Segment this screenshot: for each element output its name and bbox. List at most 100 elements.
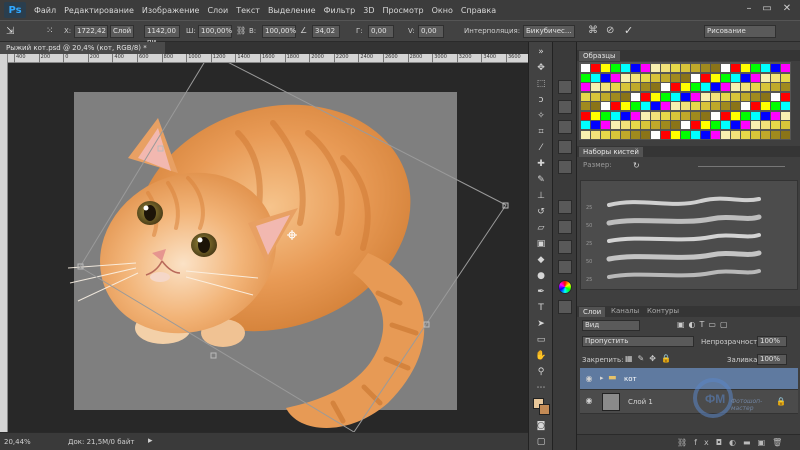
color-swatch[interactable] [641,83,650,91]
color-swatch[interactable] [691,83,700,91]
color-swatch[interactable] [641,92,650,101]
color-swatch[interactable] [631,111,640,120]
color-swatch[interactable] [761,102,770,110]
commit-icon[interactable]: ✓ [624,24,633,37]
color-swatch[interactable] [671,73,680,82]
color-swatch[interactable] [781,64,790,72]
color-swatch[interactable] [631,130,640,139]
color-swatch[interactable] [761,111,770,120]
menu-window[interactable]: Окно [432,6,453,15]
color-swatch[interactable] [751,102,760,110]
menu-help[interactable]: Справка [461,6,496,15]
color-swatch[interactable] [581,83,590,91]
color-swatch[interactable] [721,73,730,82]
color-swatch[interactable] [781,83,790,91]
magic-wand-icon[interactable]: ✧ [534,110,548,122]
link-icon[interactable]: ⛓ [236,26,246,35]
color-swatch[interactable] [601,83,610,91]
color-swatch[interactable] [591,121,600,129]
stamp-tool-icon[interactable]: ⊥ [534,190,548,202]
lock-icons[interactable]: ▦✎✥🔒 [625,354,676,363]
tab-channels[interactable]: Каналы [611,307,639,315]
color-swatch[interactable] [651,73,660,82]
color-swatch[interactable] [681,121,690,129]
color-swatch[interactable] [671,92,680,101]
color-swatch[interactable] [731,102,740,110]
color-swatch[interactable] [611,73,620,82]
color-swatch[interactable] [711,111,720,120]
color-swatch[interactable] [781,102,790,110]
color-swatch[interactable] [661,73,670,82]
color-swatch[interactable] [721,130,730,139]
color-swatch[interactable] [591,102,600,110]
color-swatch[interactable] [591,73,600,82]
color-swatch[interactable] [601,130,610,139]
color-swatch[interactable] [771,111,780,120]
color-swatch[interactable] [781,111,790,120]
healing-brush-icon[interactable]: ✚ [534,158,548,170]
color-swatch[interactable] [611,121,620,129]
color-swatch[interactable] [601,73,610,82]
color-swatch[interactable] [681,102,690,110]
menu-edit[interactable]: Редактирование [64,6,134,15]
color-swatch[interactable] [621,111,630,120]
layer-action-icons[interactable]: ⛓fx◘◐▬▣🗑 [677,438,789,447]
color-swatch[interactable] [671,102,680,110]
zoom-tool-icon[interactable]: ⚲ [534,366,548,378]
hskew-field[interactable]: 0,00 [368,25,394,38]
doc-info[interactable]: Док: 21,5M/0 байт [68,438,134,446]
eraser-icon[interactable]: ▱ [534,222,548,234]
color-swatch[interactable] [721,64,730,72]
x-field[interactable]: 1722,42 [74,25,108,38]
tab-brush-presets[interactable]: Наборы кистей [579,147,643,157]
status-arrow-icon[interactable]: ▸ [148,436,153,446]
color-swatch[interactable] [701,111,710,120]
layer-name[interactable]: Слой 1 [628,398,653,406]
properties-panel-icon[interactable] [558,120,572,134]
tool-presets-icon[interactable] [558,240,572,254]
color-swatch[interactable] [661,92,670,101]
color-swatch[interactable] [741,83,750,91]
menu-filter[interactable]: Фильтр [324,6,356,15]
color-swatch[interactable] [601,102,610,110]
menu-image[interactable]: Изображение [142,6,200,15]
color-swatch[interactable] [651,121,660,129]
color-swatch[interactable] [701,130,710,139]
color-swatch[interactable] [681,92,690,101]
close-icon[interactable]: ✕ [780,3,794,15]
color-swatch[interactable] [691,102,700,110]
layer-name[interactable]: кот [624,375,637,383]
color-swatch[interactable] [691,64,700,72]
canvas-workspace[interactable] [8,63,528,432]
color-swatch[interactable] [661,121,670,129]
color-swatch[interactable] [601,92,610,101]
visibility-eye-icon[interactable]: ◉ [584,374,594,384]
menu-select[interactable]: Выделение [268,6,316,15]
color-swatch[interactable] [621,73,630,82]
reference-point-icon[interactable]: ⁙ [46,26,58,38]
type-tool-icon[interactable]: T [534,302,548,314]
color-swatch[interactable] [641,130,650,139]
color-swatch[interactable] [731,121,740,129]
color-swatch[interactable] [611,64,620,72]
color-swatch[interactable] [741,111,750,120]
color-swatch[interactable] [621,83,630,91]
color-swatch[interactable] [781,130,790,139]
color-swatch[interactable] [761,83,770,91]
warp-icon[interactable]: ⌘ [588,25,598,36]
color-swatch[interactable] [581,102,590,110]
color-swatch[interactable] [671,130,680,139]
tab-paths[interactable]: Контуры [647,307,679,315]
fill-field[interactable]: 100% [757,354,787,365]
layer-filter-icons[interactable]: ▣◐T▭▢ [677,320,732,329]
color-swatch[interactable] [751,111,760,120]
color-swatch[interactable] [681,83,690,91]
navigator-panel-icon[interactable] [558,160,572,174]
swatch-grid[interactable] [579,62,791,140]
color-swatch[interactable] [611,83,620,91]
path-select-icon[interactable]: ➤ [534,318,548,330]
color-swatch[interactable] [631,83,640,91]
color-swatch[interactable] [691,130,700,139]
adjustments-panel-icon[interactable] [558,140,572,154]
color-swatch[interactable] [761,92,770,101]
